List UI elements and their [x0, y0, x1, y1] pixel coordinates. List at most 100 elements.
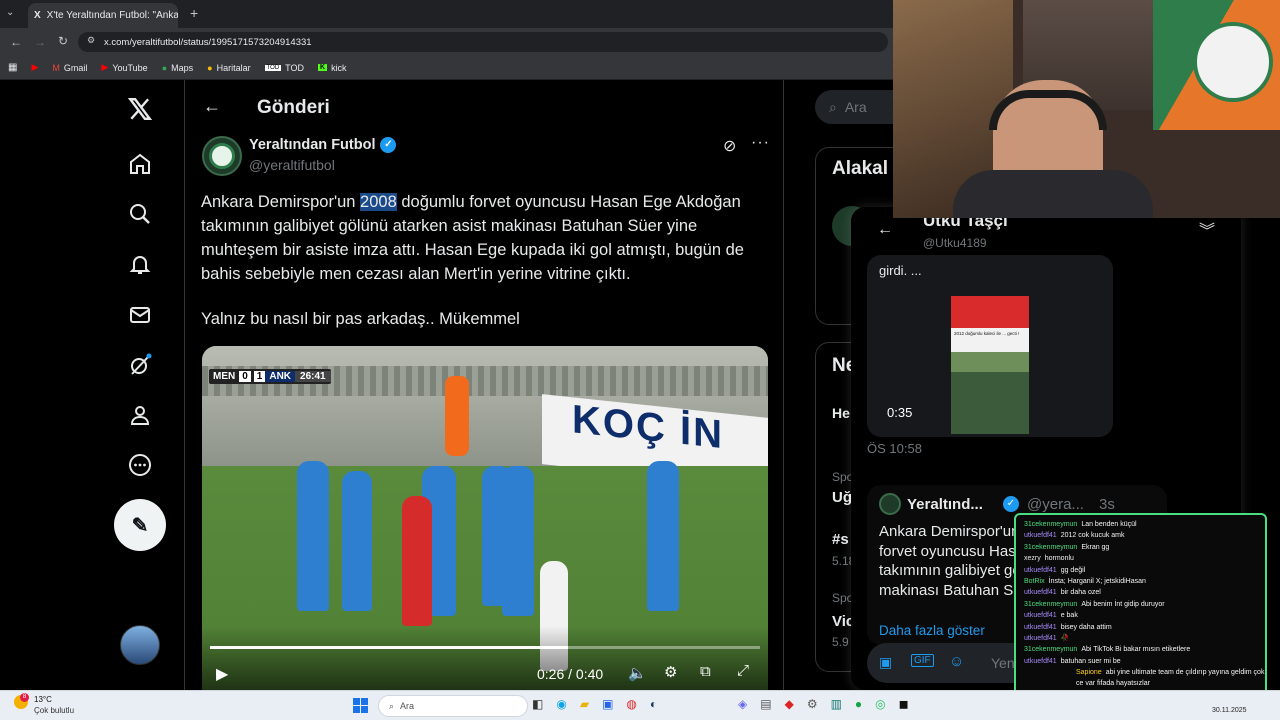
notepad-icon[interactable]: ▤ — [760, 697, 771, 711]
collapse-chevrons-icon[interactable]: ︾ — [1199, 217, 1215, 241]
site-info-icon[interactable]: ⚙ — [87, 35, 95, 46]
chat-message: utkuefdf41 batuhan suer mi be — [1016, 656, 1265, 667]
left-nav: ✎ — [0, 80, 184, 690]
bookmark-kick[interactable]: Kkick — [318, 63, 347, 73]
gif-icon[interactable]: GIF — [911, 654, 934, 667]
show-more-link[interactable]: Daha fazla göster — [879, 623, 985, 638]
chat-message: 31cekenmeymun Abi TikTok Bi bakar mısın e… — [1016, 644, 1265, 655]
explore-search-icon[interactable] — [126, 200, 154, 228]
header-back-arrow-icon[interactable]: ← — [203, 96, 221, 117]
play-icon[interactable]: ▶ — [216, 664, 228, 684]
search-icon: ⌕ — [389, 700, 395, 711]
chat-username: utkuefdf41 — [1024, 566, 1057, 574]
edge-icon[interactable]: ◉ — [556, 697, 566, 711]
fullscreen-icon[interactable]: ⤢ — [737, 662, 749, 679]
taskbar-apps-2: ◈ ▤ ◆ ⚙ ▥ ● ◎ ◼ — [738, 697, 909, 711]
chat-message: BotRix İnsta; Harganil X; jetskidiHasan — [1016, 576, 1265, 587]
app-icon[interactable]: ▥ — [831, 697, 842, 711]
video-time: 0:26 / 0:40 — [537, 666, 604, 682]
file-explorer-icon[interactable]: ▰ — [580, 697, 589, 711]
media-icon[interactable]: ◆ — [785, 697, 794, 711]
bookmark-youtube[interactable]: ▶ YouTube — [101, 62, 147, 73]
messages-envelope-icon[interactable] — [126, 301, 154, 329]
apps-icon[interactable]: ▦ — [8, 62, 17, 73]
teams-icon[interactable]: ◈ — [738, 697, 747, 711]
forward-icon[interactable]: → — [34, 35, 46, 49]
chat-username: 31cekenmeymun — [1024, 646, 1078, 654]
more-circle-icon[interactable] — [126, 451, 154, 479]
volume-icon[interactable]: 🔈 — [628, 664, 647, 682]
dm-back-arrow-icon[interactable]: ← — [877, 221, 893, 239]
tab-list-icon[interactable]: ⌄ — [6, 7, 14, 18]
home-icon[interactable] — [126, 150, 154, 178]
back-icon[interactable]: ← — [10, 35, 22, 49]
notifications-bell-icon[interactable] — [126, 250, 154, 278]
bookmark-tod[interactable]: TOD TOD — [264, 63, 304, 73]
compose-post-button[interactable]: ✎ — [114, 499, 166, 551]
steam-icon[interactable]: ◐ — [650, 697, 657, 711]
browser-tab[interactable]: X X'te Yeraltından Futbol: "Ankara ✕ — [28, 3, 178, 28]
emoji-icon[interactable]: ☺ — [949, 653, 964, 670]
taskbar-date[interactable]: 30.11.2025 — [1212, 707, 1247, 714]
chat-username: 31cekenmeymun — [1024, 543, 1078, 551]
quoted-avatar — [879, 493, 901, 515]
chat-text: gg değil — [1060, 566, 1086, 574]
player-figure — [502, 466, 534, 616]
chat-username: utkuefdf41 — [1024, 589, 1057, 597]
dm-shared-post[interactable]: girdi. ... 2012 doğumlu kaleci ile ... g… — [867, 255, 1113, 437]
chat-username: BotRix — [1024, 578, 1045, 586]
tweet-text: Ankara Demirspor'un 2008 doğumlu forvet … — [201, 193, 744, 283]
shared-video-thumbnail[interactable]: 2012 doğumlu kaleci ile ... gecti ! — [951, 296, 1029, 434]
chat-message: 31cekenmeymun Lan benden küçül — [1016, 519, 1265, 530]
chat-text: abi yine ultimate team de çıldırıp yayın… — [1076, 669, 1265, 688]
verified-badge-icon: ✓ — [380, 137, 397, 153]
chat-message: utkuefdf41 gg değil — [1016, 565, 1265, 576]
url-field[interactable]: ⚙ x.com/yeraltifutbol/status/19951715732… — [78, 32, 888, 52]
news-item-he[interactable]: He — [832, 405, 850, 421]
video-progress-track[interactable] — [210, 646, 760, 649]
bookmark-youtube-red-icon[interactable]: ▶ — [31, 62, 38, 73]
whatsapp-icon[interactable]: ◎ — [875, 697, 885, 711]
x-logo-icon[interactable] — [126, 95, 154, 123]
author-avatar[interactable] — [202, 136, 242, 176]
bookmark-maps[interactable]: ● Maps — [162, 63, 193, 73]
store-icon[interactable]: ▣ — [602, 697, 613, 711]
new-tab-icon[interactable]: + — [190, 5, 198, 21]
settings-gear-icon[interactable]: ⚙ — [664, 663, 677, 681]
quoted-age: 3s — [1099, 496, 1115, 513]
chat-text: batuhan suer mi be — [1060, 657, 1121, 665]
bookmark-gmail[interactable]: M Gmail — [52, 63, 87, 73]
page-title: Gönderi — [257, 97, 330, 118]
windows-start-icon[interactable] — [353, 698, 368, 713]
bookmark-haritalar[interactable]: ● Haritalar — [207, 63, 250, 73]
author-handle[interactable]: @yeraltifutbol — [249, 157, 335, 173]
trend-title[interactable]: Uğ — [832, 489, 852, 506]
taskbar-search[interactable]: ⌕ Ara — [378, 695, 528, 717]
grok-explain-icon[interactable]: ⊘ — [723, 136, 736, 156]
settings-icon[interactable]: ⚙ — [807, 697, 818, 711]
dm-user-handle: @Utku4189 — [923, 236, 987, 250]
obs-icon[interactable]: ◼ — [899, 697, 909, 711]
picture-in-picture-icon[interactable]: ⧉ — [700, 663, 711, 680]
trend-title[interactable]: #s — [832, 531, 849, 548]
profile-icon[interactable] — [126, 401, 154, 429]
grok-icon[interactable] — [126, 351, 154, 379]
pin-icon: ● — [207, 62, 213, 73]
chat-message: utkuefdf41 bir daha ozel — [1016, 587, 1265, 598]
scoreboard: MEN 0 1 ANK 26:41 — [209, 369, 331, 384]
task-view-icon[interactable]: ◧ — [532, 697, 543, 711]
video-player[interactable]: KOÇ İN MEN 0 1 ANK 26:41 ▶ 0:26 / 0:40 🔈… — [202, 346, 768, 690]
reload-icon[interactable]: ↻ — [58, 34, 68, 48]
author-name-row[interactable]: Yeraltından Futbol ✓ — [249, 137, 397, 153]
more-options-icon[interactable]: ··· — [751, 134, 770, 152]
author-display-name[interactable]: Yeraltından Futbol — [249, 137, 375, 153]
spotify-icon[interactable]: ● — [855, 697, 862, 711]
weather-temp[interactable]: 13°C — [34, 695, 52, 704]
chat-text: Lan benden küçül — [1081, 521, 1137, 528]
chat-username: utkuefdf41 — [1024, 635, 1057, 643]
account-avatar[interactable] — [120, 625, 160, 665]
chat-messages: 31cekenmeymun Lan benden küçül utkuefdf41 2… — [1016, 515, 1265, 689]
chrome-icon[interactable]: ◍ — [626, 697, 636, 711]
alanyaspor-logo-icon — [1193, 22, 1273, 102]
image-icon[interactable]: ▣ — [879, 654, 892, 671]
